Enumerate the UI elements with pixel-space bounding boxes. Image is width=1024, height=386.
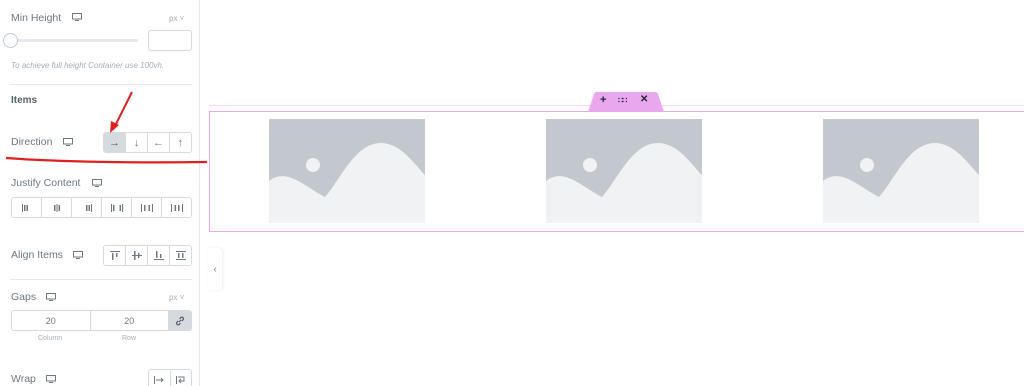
wrap-button-group [148, 369, 192, 386]
justify-space-between-icon [110, 203, 123, 212]
gaps-label: Gaps [11, 291, 37, 303]
desktop-monitor-icon[interactable] [73, 251, 83, 259]
image-placeholder-icon [546, 143, 702, 223]
no-wrap-icon [154, 375, 164, 384]
justify-start-button[interactable] [12, 198, 42, 217]
justify-space-around-icon [140, 203, 153, 212]
wrap-button[interactable] [170, 370, 191, 386]
justify-center-button[interactable] [42, 198, 72, 217]
align-items-button-group [103, 245, 192, 266]
justify-start-icon [21, 203, 28, 212]
align-stretch-icon [175, 251, 186, 260]
image-placeholder[interactable] [823, 119, 979, 223]
gap-row-input[interactable]: 20 [90, 311, 169, 330]
desktop-monitor-icon[interactable] [46, 293, 56, 301]
align-start-icon [109, 251, 120, 260]
justify-center-icon [53, 203, 60, 212]
wrap-label: Wrap [11, 373, 36, 385]
gaps-unit-select[interactable]: px ˅ [169, 293, 184, 302]
wrap-icon [175, 375, 185, 384]
align-stretch-button[interactable] [170, 246, 191, 265]
image-placeholder[interactable] [269, 119, 425, 223]
justify-content-button-group [11, 197, 192, 218]
align-items-label: Align Items [11, 249, 63, 261]
image-placeholder-icon [823, 143, 979, 223]
annotation-overlay [5, 91, 208, 164]
justify-end-button[interactable] [72, 198, 102, 217]
desktop-monitor-icon[interactable] [46, 375, 56, 383]
drag-handle-icon[interactable]: ∷∷ [618, 96, 627, 105]
add-element-button[interactable]: + [600, 94, 606, 106]
justify-space-around-button[interactable] [132, 198, 162, 217]
align-start-button[interactable] [104, 246, 126, 265]
divider [10, 279, 192, 280]
gap-column-caption: Column [38, 335, 63, 342]
align-end-button[interactable] [148, 246, 170, 265]
justify-end-icon [85, 203, 92, 212]
image-placeholder[interactable] [546, 119, 702, 223]
delete-container-button[interactable]: ✕ [640, 94, 648, 105]
chevron-left-icon: ‹ [213, 263, 217, 275]
no-wrap-button[interactable] [149, 370, 171, 386]
desktop-monitor-icon[interactable] [92, 179, 102, 187]
gap-column-input[interactable]: 20 [12, 311, 91, 330]
justify-space-evenly-button[interactable] [162, 198, 191, 217]
collapse-panel-button[interactable]: ‹ [208, 248, 222, 290]
annotation-underline [5, 156, 208, 164]
link-icon [175, 316, 185, 325]
align-center-button[interactable] [126, 246, 148, 265]
align-center-icon [131, 251, 142, 260]
justify-space-between-button[interactable] [102, 198, 132, 217]
image-placeholder-icon [269, 143, 425, 223]
justify-space-evenly-icon [170, 203, 183, 212]
gap-row-caption: Row [122, 335, 137, 342]
annotation-arrow-line [113, 91, 133, 129]
gaps-inputs: 20 20 [11, 310, 192, 331]
link-values-button[interactable] [169, 311, 191, 330]
align-end-icon [153, 251, 164, 260]
